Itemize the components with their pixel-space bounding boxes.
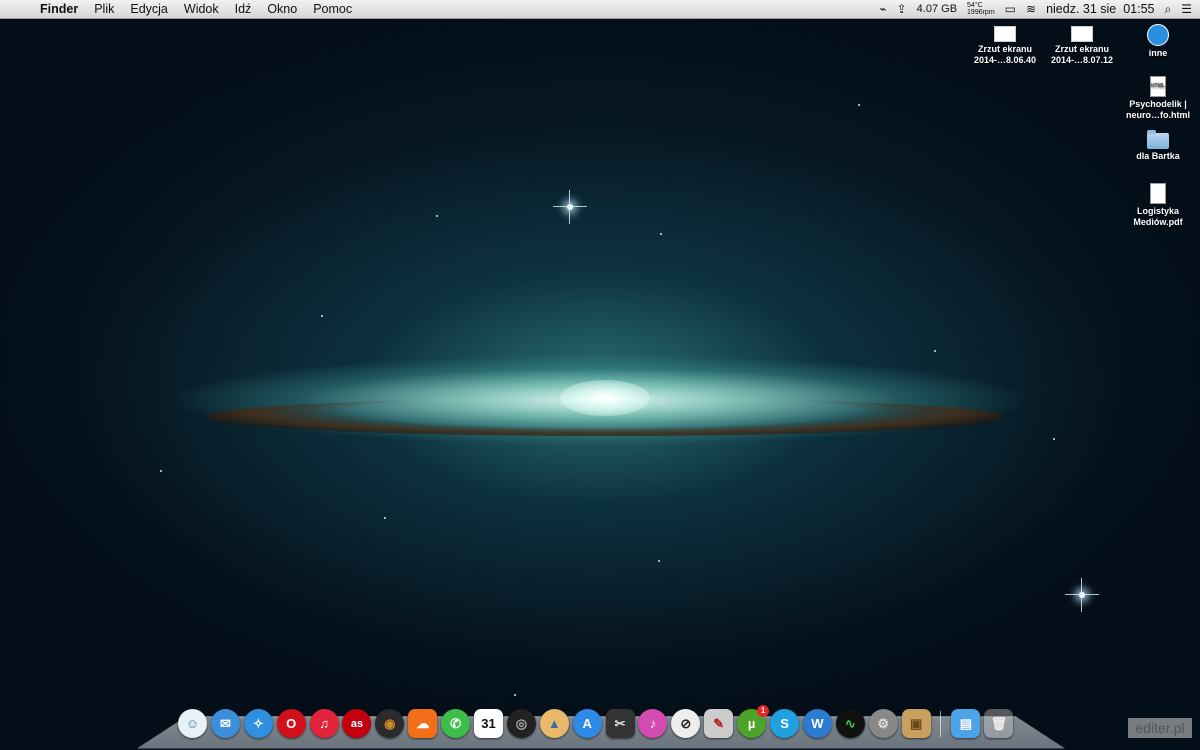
menu-plik[interactable]: Plik	[86, 2, 122, 16]
folder-icon	[1147, 24, 1169, 46]
star	[384, 517, 386, 519]
star	[553, 190, 587, 224]
battery-icon[interactable]: ▭	[1005, 2, 1016, 16]
desktop-icon-screenshot-1[interactable]: Zrzut ekranu 2014-…8.06.40	[965, 26, 1045, 66]
star	[660, 233, 662, 235]
desktop-icon-html[interactable]: HTML Psychodelik | neuro…fo.html	[1118, 76, 1198, 121]
star	[321, 315, 323, 317]
downloads-folder-icon[interactable]: ▤	[951, 709, 981, 738]
lastfm-icon[interactable]: as	[342, 709, 372, 738]
html-file-icon: HTML	[1150, 76, 1166, 97]
desktop-icon-label: 2014-…8.07.12	[1050, 55, 1114, 65]
menu-app-name[interactable]: Finder	[34, 2, 86, 16]
menu-widok[interactable]: Widok	[176, 2, 227, 16]
folder-icon	[1147, 130, 1169, 149]
desktop-icon-label: dla Bartka	[1136, 151, 1180, 161]
final-cut-icon[interactable]: ✂	[605, 709, 635, 738]
wallpaper	[0, 0, 1200, 750]
menu-edycja[interactable]: Edycja	[122, 2, 176, 16]
desktop-icon-inne[interactable]: inne	[1118, 24, 1198, 59]
desktop-icon-dla-bartka[interactable]: dla Bartka	[1118, 130, 1198, 162]
antenna-icon[interactable]: ⌁	[879, 2, 886, 16]
screenshot-thumbnail-icon	[1071, 26, 1093, 42]
finder-icon[interactable]: ☺	[178, 709, 207, 738]
star	[514, 694, 516, 696]
watermark: editer.pl	[1128, 718, 1192, 738]
safari-icon[interactable]: ✧	[243, 709, 273, 738]
desktop-icon-label: Psychodelik |	[1129, 99, 1187, 109]
star	[160, 470, 162, 472]
star	[1065, 578, 1099, 612]
desktop-icon-label: Zrzut ekranu	[1054, 44, 1109, 54]
desktop-icon-screenshot-2[interactable]: Zrzut ekranu 2014-…8.07.12	[1042, 26, 1122, 66]
dock-separator	[940, 710, 942, 737]
word-icon[interactable]: W	[802, 709, 832, 738]
desktop-icon-label: neuro…fo.html	[1126, 110, 1190, 120]
spotlight-icon[interactable]: ⌕	[1165, 2, 1172, 17]
galaxy-core	[560, 380, 650, 416]
notification-center-icon[interactable]: ☰	[1181, 2, 1192, 16]
clock[interactable]: niedz. 31 sie 01:55	[1046, 2, 1154, 16]
star	[934, 350, 936, 352]
desktop-icon-label: inne	[1148, 48, 1168, 58]
star	[1053, 438, 1055, 440]
dock: ☺ ✉ ✧ O ♫ as ◉ ☁ ✆ 31 ◎ ▲ A ✂ ♪ ⊘ ✎ µ 1 …	[178, 705, 1014, 738]
desktop-icon-pdf[interactable]: Logistyka Mediów.pdf	[1118, 183, 1198, 228]
itunes-pink-icon[interactable]: ♪	[638, 709, 668, 738]
star	[436, 215, 438, 217]
calendar-icon[interactable]: 31	[474, 709, 504, 738]
soundcloud-icon[interactable]: ☁	[408, 709, 438, 738]
screenshot-thumbnail-icon	[994, 26, 1016, 42]
star	[658, 560, 660, 562]
mail-icon[interactable]: ✉	[210, 709, 240, 738]
desktop-icon-label: Logistyka	[1136, 206, 1179, 216]
activity-monitor-icon[interactable]: ∿	[835, 709, 865, 738]
fan-speed: 1996rpm	[967, 9, 995, 16]
pdf-file-icon	[1150, 183, 1166, 204]
disk-space[interactable]: 4.07 GB	[917, 3, 957, 15]
archive-utility-icon[interactable]: ▣	[901, 709, 931, 738]
wifi-icon[interactable]: ≋	[1026, 2, 1036, 16]
temperature-monitor[interactable]: 54°C 1996rpm	[967, 2, 995, 16]
status-area: ⌁ ⇪ 4.07 GB 54°C 1996rpm ▭ ≋ niedz. 31 s…	[879, 0, 1192, 18]
opera-icon[interactable]: O	[276, 709, 306, 738]
utorrent-badge: 1	[757, 705, 770, 717]
desktop-icon-label: Zrzut ekranu	[977, 44, 1032, 54]
messages-icon[interactable]: ✆	[441, 709, 471, 738]
menu-bar: Finder Plik Edycja Widok Idź Okno Pomoc …	[0, 0, 1200, 19]
desktop-icon-label: Mediów.pdf	[1133, 217, 1183, 227]
preview-icon[interactable]: ▲	[539, 709, 569, 738]
compass-icon[interactable]: ⊘	[671, 709, 701, 738]
desktop-icon-label: 2014-…8.06.40	[973, 55, 1037, 65]
disk-icon[interactable]: ⇪	[897, 2, 907, 16]
menu-pomoc[interactable]: Pomoc	[305, 2, 360, 16]
itunes-icon[interactable]: ♫	[309, 709, 339, 738]
skype-icon[interactable]: S	[770, 709, 800, 738]
menu-idz[interactable]: Idź	[227, 2, 260, 16]
script-editor-icon[interactable]: ✎	[704, 709, 734, 738]
app-store-icon[interactable]: A	[572, 709, 602, 738]
speaker-icon[interactable]: ◉	[375, 709, 405, 738]
trash-icon[interactable]: 🗑	[984, 709, 1014, 738]
menu-okno[interactable]: Okno	[259, 2, 305, 16]
temperature-value: 54°C	[967, 2, 983, 9]
star	[858, 104, 860, 106]
utorrent-icon[interactable]: µ 1	[737, 705, 770, 738]
photo-booth-icon[interactable]: ◎	[506, 709, 536, 738]
system-preferences-icon[interactable]: ⚙	[868, 709, 898, 738]
